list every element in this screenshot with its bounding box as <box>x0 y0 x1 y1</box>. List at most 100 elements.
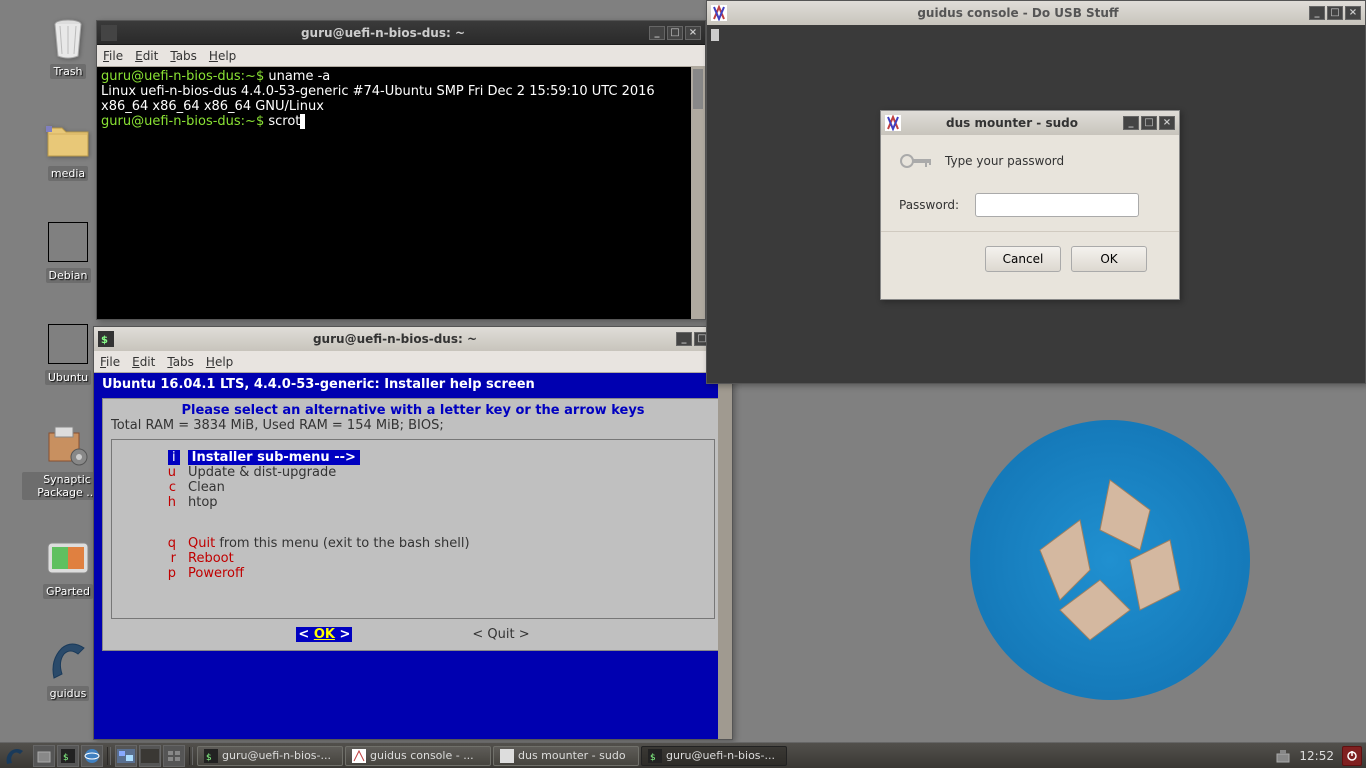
guidus-app-icon <box>711 5 727 21</box>
installer-header: Ubuntu 16.04.1 LTS, 4.4.0-53-generic: In… <box>102 377 724 392</box>
sudo-dialog: dus mounter - sudo _ □ × Type your passw… <box>880 110 1180 300</box>
menu-tabs[interactable]: Tabs <box>170 49 197 63</box>
terminal-output[interactable]: Ubuntu 16.04.1 LTS, 4.4.0-53-generic: In… <box>94 373 732 739</box>
start-menu-button[interactable] <box>3 745 29 767</box>
wallpaper-logo <box>970 420 1250 700</box>
menubar: File Edit Tabs Help <box>97 45 705 67</box>
close-button[interactable]: × <box>1159 116 1175 130</box>
window-title: guidus console - Do USB Stuff <box>731 6 1305 20</box>
window-titlebar[interactable]: $ guru@uefi-n-bios-dus: ~ _ □ × <box>94 327 732 351</box>
svg-text:$: $ <box>101 335 108 346</box>
taskbar-item-sudo[interactable]: dus mounter - sudo <box>493 746 639 766</box>
terminal-output[interactable]: guru@uefi-n-bios-dus:~$ uname -a Linux u… <box>97 67 705 319</box>
terminal-launcher[interactable]: $ <box>57 745 79 767</box>
terminal-window-2: $ guru@uefi-n-bios-dus: ~ _ □ × File Edi… <box>93 326 733 740</box>
menu-item-poweroff[interactable]: pPoweroff <box>124 566 702 581</box>
menu-item-reboot[interactable]: rReboot <box>124 551 702 566</box>
desktop-icon-label: Debian <box>46 268 91 283</box>
debian-icon <box>44 218 92 266</box>
menu-item-quit[interactable]: qQuit from this menu (exit to the bash s… <box>124 536 702 551</box>
menubar: File Edit Tabs Help <box>94 351 732 373</box>
cancel-button[interactable]: Cancel <box>985 246 1061 272</box>
taskbar: $ $guru@uefi-n-bios-... guidus console -… <box>0 742 1366 768</box>
menu-file[interactable]: File <box>103 49 123 63</box>
prompt-text: Type your password <box>945 154 1064 168</box>
quit-button[interactable]: < Quit > <box>472 627 529 642</box>
window-title: guru@uefi-n-bios-dus: ~ <box>121 26 645 40</box>
workspace-1[interactable] <box>115 745 137 767</box>
key-icon <box>899 149 933 173</box>
desktop-icon-trash[interactable]: Trash <box>30 14 106 79</box>
maximize-button[interactable]: □ <box>667 26 683 40</box>
password-label: Password: <box>899 198 975 212</box>
show-desktop[interactable] <box>163 745 185 767</box>
minimize-button[interactable]: _ <box>1123 116 1139 130</box>
terminal-icon: $ <box>98 331 114 347</box>
minimize-button[interactable]: _ <box>649 26 665 40</box>
menu-item-update[interactable]: uUpdate & dist-upgrade <box>124 465 702 480</box>
menu-tabs[interactable]: Tabs <box>167 355 194 369</box>
power-button[interactable] <box>1342 746 1362 766</box>
svg-text:$: $ <box>650 753 656 763</box>
maximize-button[interactable]: □ <box>1141 116 1157 130</box>
window-title: guru@uefi-n-bios-dus: ~ <box>118 332 672 346</box>
taskbar-item-terminal2[interactable]: $guru@uefi-n-bios-... <box>641 746 787 766</box>
installer-box: Please select an alternative with a lett… <box>102 398 724 651</box>
minimize-button[interactable]: _ <box>676 332 692 346</box>
window-titlebar[interactable]: guidus console - Do USB Stuff _ □ × <box>707 1 1365 25</box>
clock[interactable]: 12:52 <box>1295 749 1338 763</box>
workspace-2[interactable] <box>139 745 161 767</box>
menu-edit[interactable]: Edit <box>135 49 158 63</box>
menu-help[interactable]: Help <box>206 355 233 369</box>
maximize-button[interactable]: □ <box>1327 6 1343 20</box>
cursor <box>300 114 304 129</box>
taskbar-item-guidus[interactable]: guidus console - ... <box>345 746 491 766</box>
minimize-button[interactable]: _ <box>1309 6 1325 20</box>
select-prompt: Please select an alternative with a lett… <box>111 403 715 418</box>
password-input[interactable] <box>975 193 1139 217</box>
ok-button[interactable]: < OK > <box>296 627 352 642</box>
ram-line: Total RAM = 3834 MiB, Used RAM = 154 MiB… <box>111 418 715 433</box>
disk-icon <box>44 534 92 582</box>
close-button[interactable]: × <box>1345 6 1361 20</box>
trash-icon <box>44 14 92 62</box>
desktop-icon-media[interactable]: media <box>30 116 106 181</box>
network-icon[interactable] <box>1275 748 1291 764</box>
file-manager-launcher[interactable] <box>33 745 55 767</box>
browser-launcher[interactable] <box>81 745 103 767</box>
terminal-window-1: guru@uefi-n-bios-dus: ~ _ □ × File Edit … <box>96 20 706 320</box>
desktop-icon-label: GParted <box>43 584 93 599</box>
desktop-icon-label: Trash <box>50 64 85 79</box>
menu-help[interactable]: Help <box>209 49 236 63</box>
desktop-icon-debian[interactable]: Debian <box>30 218 106 283</box>
window-titlebar[interactable]: guru@uefi-n-bios-dus: ~ _ □ × <box>97 21 705 45</box>
close-button[interactable]: × <box>685 26 701 40</box>
menu-item-clean[interactable]: cClean <box>124 480 702 495</box>
ok-button[interactable]: OK <box>1071 246 1147 272</box>
menu-edit[interactable]: Edit <box>132 355 155 369</box>
guidus-icon <box>44 636 92 684</box>
folder-icon <box>44 116 92 164</box>
menu-file[interactable]: File <box>100 355 120 369</box>
desktop-icon-label: guidus <box>47 686 90 701</box>
taskbar-item-terminal1[interactable]: $guru@uefi-n-bios-... <box>197 746 343 766</box>
menu-item-htop[interactable]: hhtop <box>124 495 702 510</box>
scrollbar[interactable] <box>691 67 705 319</box>
guidus-app-icon <box>885 115 901 131</box>
scrollbar-thumb[interactable] <box>718 373 732 739</box>
menu-item-installer[interactable]: iInstaller sub-menu --> <box>124 450 702 465</box>
window-titlebar[interactable]: dus mounter - sudo _ □ × <box>881 111 1179 135</box>
terminal-icon <box>101 25 117 41</box>
cursor <box>711 29 719 41</box>
scrollbar-thumb[interactable] <box>693 69 703 109</box>
svg-text:$: $ <box>206 753 212 763</box>
package-icon <box>43 422 91 470</box>
installer-menu: iInstaller sub-menu --> uUpdate & dist-u… <box>111 439 715 619</box>
desktop-icon-label: media <box>48 166 88 181</box>
svg-text:$: $ <box>63 753 69 763</box>
ubuntu-icon <box>44 320 92 368</box>
window-title: dus mounter - sudo <box>905 116 1119 130</box>
system-tray: 12:52 <box>1271 746 1366 766</box>
desktop-icon-label: Ubuntu <box>45 370 91 385</box>
scrollbar[interactable] <box>718 373 732 739</box>
